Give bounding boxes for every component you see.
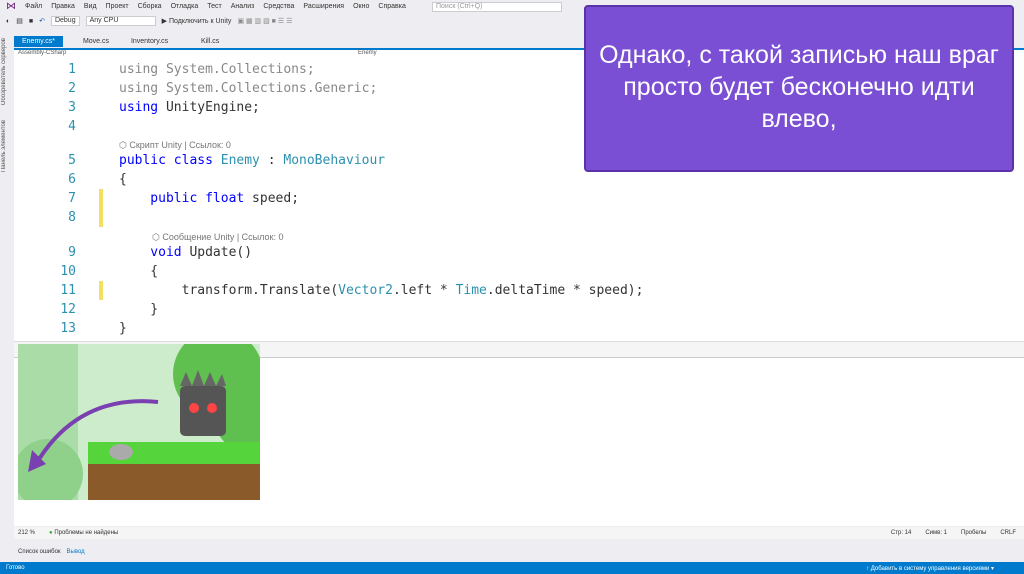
tab-move[interactable]: Move.cs <box>63 36 123 47</box>
codelens-message[interactable]: ⬡ Сообщение Unity | Ссылок: 0 <box>152 230 283 244</box>
status-bar: Готово ↑ Добавить в систему управления в… <box>0 562 1024 574</box>
line-number: 7 <box>68 191 76 206</box>
line-number: 4 <box>68 119 76 134</box>
line-number: 11 <box>60 283 76 298</box>
platform-select[interactable]: Any CPU <box>85 16 156 26</box>
menu-extensions[interactable]: Расширения <box>303 3 344 10</box>
code-line: using UnityEngine; <box>119 98 260 117</box>
line-indicator: Стр: 14 <box>890 530 912 536</box>
type-name: Enemy <box>220 153 260 168</box>
visual-studio-logo-icon: ⋈ <box>6 0 16 12</box>
menu-tools[interactable]: Средства <box>263 3 294 10</box>
keyword: public float <box>119 191 245 206</box>
line-number: 6 <box>68 172 76 187</box>
code-text: .left * <box>392 283 456 298</box>
tab-inventory[interactable]: Inventory.cs <box>123 36 193 47</box>
code-text: UnityEngine; <box>158 100 260 115</box>
line-number: 2 <box>68 81 76 96</box>
ready-status: Готово <box>6 565 25 571</box>
configuration-select[interactable]: Debug <box>50 16 80 26</box>
code-line: { <box>119 172 127 187</box>
code-line: void Update() <box>119 243 252 262</box>
code-line: } <box>119 321 127 336</box>
code-text: .deltaTime * speed); <box>486 283 644 298</box>
editor-status-row: 212 % ● Проблемы не найдены Стр: 14 Симв… <box>14 527 1024 539</box>
line-number: 1 <box>68 62 76 77</box>
code-text: speed; <box>244 191 300 206</box>
bottom-panel-tabs: Список ошибок Вывод <box>14 545 1024 559</box>
line-number: 9 <box>68 245 76 260</box>
code-text: : <box>259 153 284 168</box>
menu-test[interactable]: Тест <box>207 3 221 10</box>
type-name: Vector2 <box>338 283 393 298</box>
menu-edit[interactable]: Правка <box>51 3 75 10</box>
keyword: public class <box>119 153 221 168</box>
menu-help[interactable]: Справка <box>378 3 405 10</box>
tab-error-list[interactable]: Список ошибок <box>18 549 61 555</box>
toolbox-tab[interactable]: Панель элементов <box>1 120 7 172</box>
new-file-icon[interactable]: ▤ <box>16 17 23 25</box>
problems-status[interactable]: ● Проблемы не найдены <box>49 530 118 536</box>
problems-text: Проблемы не найдены <box>54 530 119 536</box>
zoom-level[interactable]: 212 % <box>18 530 35 536</box>
code-line: { <box>119 264 159 279</box>
menu-file[interactable]: Файл <box>25 3 42 10</box>
code-line: using System.Collections.Generic; <box>119 81 378 96</box>
undo-icon[interactable]: ↶ <box>39 17 45 25</box>
line-number: 12 <box>60 302 76 317</box>
code-line: transform.Translate(Vector2.left * Time.… <box>119 281 644 300</box>
tab-kill[interactable]: Kill.cs <box>193 36 227 47</box>
line-number: 3 <box>68 100 76 115</box>
line-number: 13 <box>60 321 76 336</box>
project-dropdown[interactable]: Assembly-CSharp <box>14 50 354 59</box>
search-input[interactable]: Поиск (Ctrl+Q) <box>432 2 562 12</box>
menu-project[interactable]: Проект <box>106 3 129 10</box>
line-number: 10 <box>60 264 76 279</box>
menu-debug[interactable]: Отладка <box>171 3 199 10</box>
codelens-script[interactable]: ⬡ Скрипт Unity | Ссылок: 0 <box>119 138 231 152</box>
add-to-source-control-button[interactable]: ↑ Добавить в систему управления версиями… <box>866 565 1024 572</box>
class-dropdown[interactable]: Enemy <box>354 50 377 59</box>
menu-view[interactable]: Вид <box>84 3 97 10</box>
spaces-indicator[interactable]: Пробелы <box>961 530 986 536</box>
menu-window[interactable]: Окно <box>353 3 369 10</box>
server-explorer-tab[interactable]: Обозреватель серверов <box>1 38 7 105</box>
back-icon[interactable]: ◐ <box>6 18 10 25</box>
tab-output[interactable]: Вывод <box>67 549 85 555</box>
code-text: transform.Translate( <box>119 283 339 298</box>
keyword: void <box>119 245 182 260</box>
toolbar: ◐ ▤ ■ ↶ Debug Any CPU ▶ Подключить к Uni… <box>0 14 590 28</box>
type-name: MonoBehaviour <box>283 153 386 168</box>
eol-indicator[interactable]: CRLF <box>1000 530 1024 536</box>
attach-unity-button[interactable]: ▶ Подключить к Unity <box>162 17 232 25</box>
keyword: using <box>119 100 159 115</box>
code-line: public float speed; <box>119 189 299 208</box>
code-text: Update() <box>181 245 253 260</box>
menu-analyze[interactable]: Анализ <box>231 3 255 10</box>
line-number: 8 <box>68 210 76 225</box>
game-scene-image <box>18 344 260 500</box>
code-line: } <box>119 302 159 317</box>
type-name: Time <box>455 283 487 298</box>
save-icon[interactable]: ■ <box>29 18 33 25</box>
menu-build[interactable]: Сборка <box>138 3 162 10</box>
side-panel-strip: Обозреватель серверов Панель элементов <box>0 30 12 550</box>
tab-enemy[interactable]: Enemy.cs* <box>14 36 63 47</box>
column-indicator: Симв: 1 <box>925 530 948 536</box>
code-line: using System.Collections; <box>119 62 315 77</box>
line-number: 5 <box>68 153 76 168</box>
toolbar-icons[interactable]: ▣ ▦ ▥ ▧ ■ ☰ ☰ <box>237 17 292 25</box>
code-line: public class Enemy : MonoBehaviour <box>119 151 385 170</box>
slide-callout: Однако, с такой записью наш враг просто … <box>584 5 1014 172</box>
